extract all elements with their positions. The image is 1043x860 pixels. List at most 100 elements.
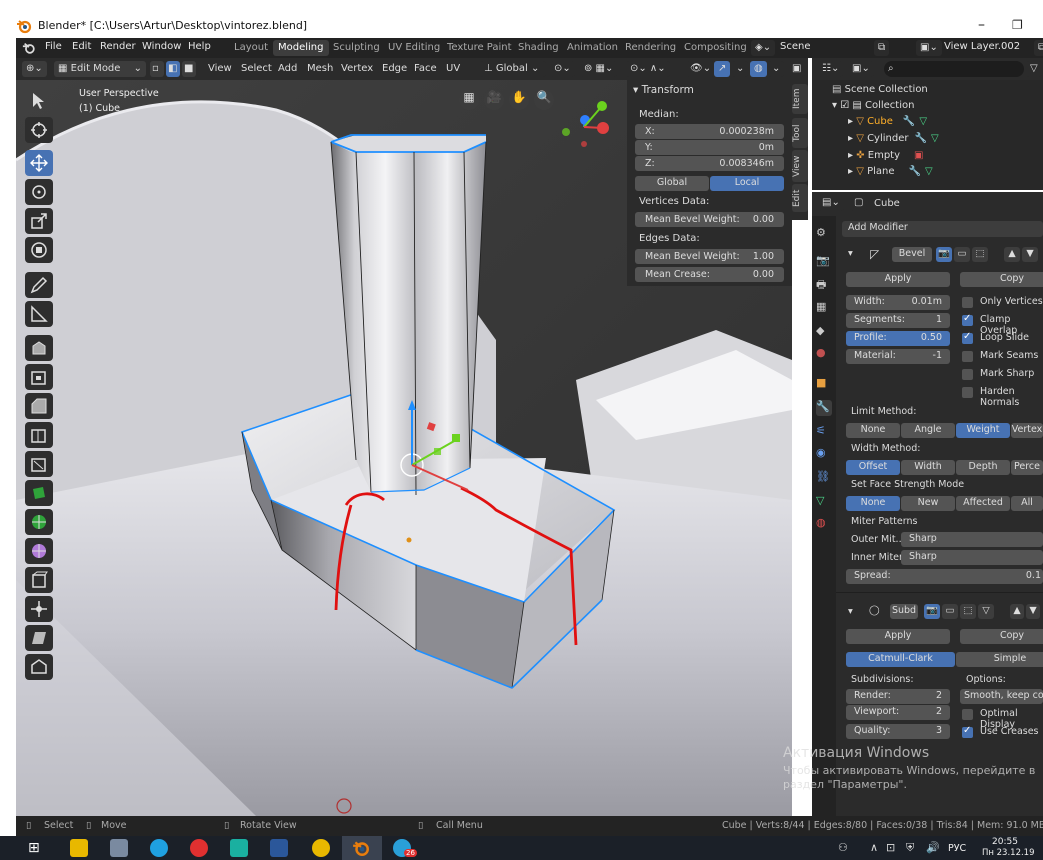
render-tab-icon[interactable]: 📷 [816,254,832,270]
minimize-button[interactable]: – [978,17,985,33]
world-tab-icon[interactable]: ● [816,346,832,362]
network-icon[interactable]: ⊡ [886,841,895,854]
tab-uv-editing[interactable]: UV Editing [383,40,445,56]
width-depth-button[interactable]: Depth [956,460,1010,475]
subd-name-field[interactable]: Subd [890,604,918,619]
menu-help[interactable]: Help [188,41,211,52]
width-percent-button[interactable]: Perce [1011,460,1043,475]
menu-file[interactable]: File [45,41,62,52]
subd-render-toggle-icon[interactable]: 📷 [924,604,940,619]
notepad-icon[interactable] [110,839,128,857]
bevel-render-toggle-icon[interactable]: 📷 [936,247,952,262]
scene-tab-icon[interactable]: ◆ [816,324,832,340]
tab-shading[interactable]: Shading [513,40,564,56]
scene-name[interactable]: Scene [780,41,811,52]
shrink-fatten-tool[interactable] [25,596,53,622]
collection-row[interactable]: ▾ ☑ ▤ Collection [832,100,914,111]
edge-slide-tool[interactable] [25,567,53,593]
mode-dropdown[interactable]: ▦ Edit Mode ⌄ [54,61,146,77]
use-creases-checkbox[interactable] [962,725,973,738]
catmull-clark-button[interactable]: Catmull-Clark [846,652,955,667]
maya-icon[interactable] [230,839,248,857]
select-tool[interactable] [25,88,53,114]
harden-normals-checkbox[interactable] [962,387,973,398]
language-indicator[interactable]: РУС [948,843,966,854]
pin-icon[interactable]: ▢ [850,195,868,211]
simple-button[interactable]: Simple [956,652,1043,667]
transform-panel-header[interactable]: ▾ Transform [633,84,694,96]
subd-quality-field[interactable]: Quality: 3 [846,724,950,739]
vertex-select-icon[interactable]: ▫ [150,61,164,77]
loop-slide-checkbox[interactable] [962,331,973,344]
object-tab-icon[interactable]: ■ [816,376,832,392]
constraints-tab-icon[interactable]: ⛓ [816,470,832,486]
move-up-icon[interactable]: ▲ [1004,247,1020,262]
tab-compositing[interactable]: Compositing [679,40,752,56]
menu-vertex[interactable]: Vertex [341,63,373,74]
extrude-tool[interactable] [25,335,53,361]
vertex-bevel-weight-field[interactable]: Mean Bevel Weight: 0.00 [635,212,784,227]
taskbar-blender-active[interactable] [342,836,382,860]
width-width-button[interactable]: Width [901,460,955,475]
median-y-field[interactable]: Y: 0m [635,140,784,155]
app-s-icon[interactable] [190,839,208,857]
orientation-dropdown[interactable]: ⊥ Global ⌄ [480,61,546,77]
maximize-button[interactable]: ❐ [1012,18,1023,32]
volume-icon[interactable]: 🔊 [926,841,940,854]
display-mode-icon[interactable]: ▣⌄ [848,61,874,77]
subd-collapse-icon[interactable]: ▾ [848,606,853,617]
face-select-icon[interactable]: ■ [182,61,196,77]
skype-icon[interactable] [150,839,168,857]
menu-face[interactable]: Face [414,63,437,74]
clock-time[interactable]: 20:55 [992,837,1018,847]
new-view-layer-icon[interactable]: ⧉ [1034,40,1043,56]
poly-build-tool[interactable] [25,480,53,506]
tab-animation[interactable]: Animation [562,40,623,56]
tab-sculpting[interactable]: Sculpting [328,40,385,56]
chrome-icon[interactable] [312,839,330,857]
add-modifier-button[interactable]: Add Modifier [842,221,1043,237]
subd-copy-button[interactable]: Copy [960,629,1043,644]
filter-icon[interactable]: ▽ [1026,61,1042,77]
mark-sharp-checkbox[interactable] [962,369,973,380]
edge-bevel-weight-field[interactable]: Mean Bevel Weight: 1.00 [635,249,784,264]
people-icon[interactable]: ⚇ [838,841,848,854]
spin-tool[interactable] [25,509,53,535]
menu-edge[interactable]: Edge [382,63,407,74]
tray-chevron-icon[interactable]: ∧ [870,841,878,854]
bevel-tool[interactable] [25,393,53,419]
limit-vertex-button[interactable]: Vertex [1011,423,1043,438]
outliner-item-cylinder[interactable]: ▸ ▽ Cylinder 🔧 ▽ [848,133,939,144]
scale-tool[interactable] [25,208,53,234]
blender-menu-icon[interactable] [22,41,36,55]
knife-tool[interactable] [25,451,53,477]
tab-modeling[interactable]: Modeling [273,40,329,56]
tab-edit[interactable]: Edit [792,184,808,212]
face-all-button[interactable]: All [1011,496,1043,511]
visibility-icon[interactable]: 👁⌄ [686,61,716,77]
outer-miter-dropdown[interactable]: Sharp [901,532,1043,547]
camera-view-icon[interactable]: 🎥 [484,90,504,110]
tab-layout[interactable]: Layout [229,40,273,56]
outliner-item-cube[interactable]: ▸ ▽ Cube 🔧 ▽ [848,116,927,127]
overlay-icon[interactable]: ◍ [750,61,767,77]
bevel-segments-field[interactable]: Segments: 1 [846,313,950,328]
new-scene-icon[interactable]: ⧉ [874,40,890,56]
tab-item[interactable]: Item [792,84,808,114]
global-toggle[interactable]: Global [635,176,709,191]
toggle-camera-grid-icon[interactable]: ▦ [459,90,479,110]
uv-smooth-dropdown[interactable]: Smooth, keep corn [960,689,1043,704]
subd-editmode-toggle-icon[interactable]: ⬚ [960,604,976,619]
subd-viewport-toggle-icon[interactable]: ▭ [942,604,958,619]
clamp-overlap-checkbox[interactable] [962,313,973,326]
subd-apply-button[interactable]: Apply [846,629,950,644]
overlay-dropdown-icon[interactable]: ⌄ [768,61,785,77]
limit-weight-button[interactable]: Weight [956,423,1010,438]
spread-field[interactable]: Spread: 0.1 [846,569,1043,584]
bevel-material-field[interactable]: Material: -1 [846,349,950,364]
bevel-viewport-toggle-icon[interactable]: ▭ [954,247,970,262]
inset-tool[interactable] [25,364,53,390]
subd-render-field[interactable]: Render: 2 [846,689,950,704]
bevel-editmode-toggle-icon[interactable]: ⬚ [972,247,988,262]
face-none-button[interactable]: None [846,496,900,511]
